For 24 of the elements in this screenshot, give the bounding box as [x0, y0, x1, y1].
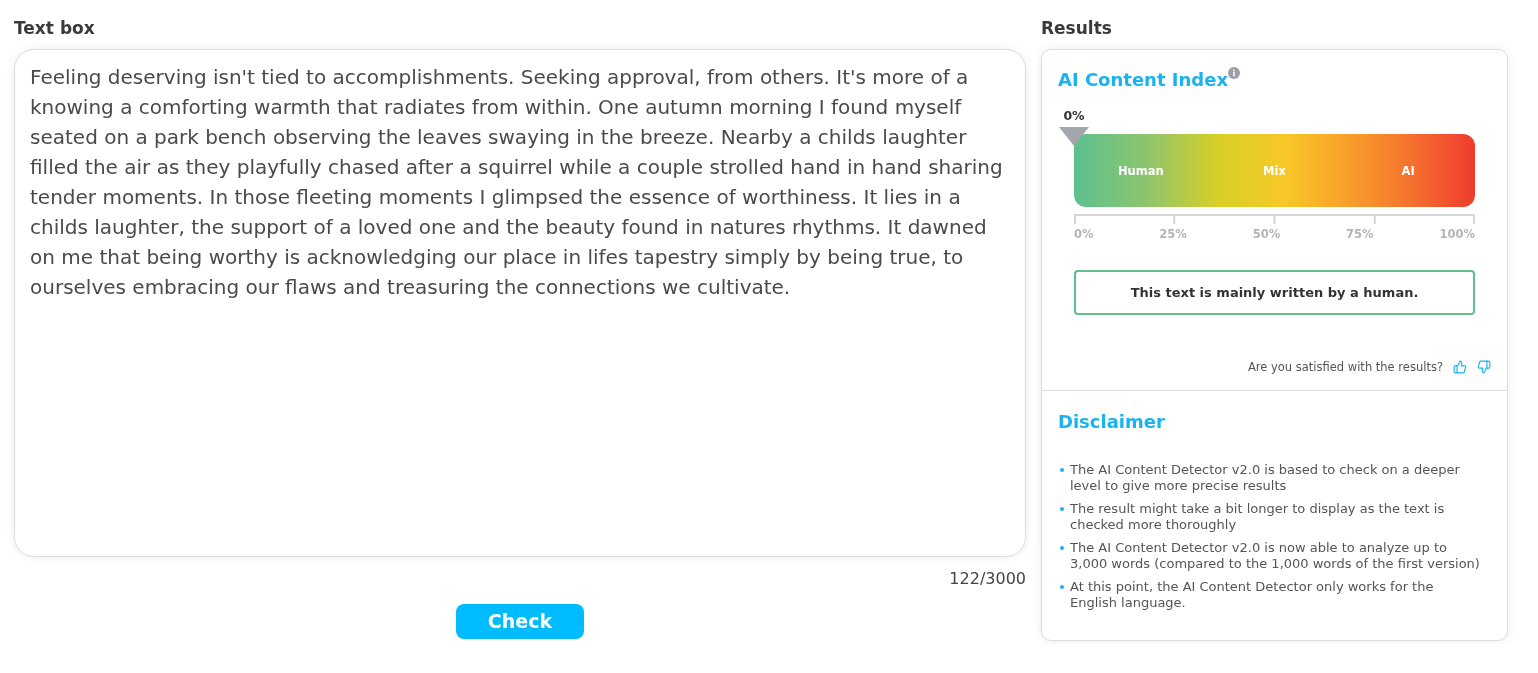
scale-tick-label: 0% [1074, 227, 1094, 241]
scale-tick-label: 25% [1159, 227, 1187, 241]
scale-tick-label: 75% [1346, 227, 1374, 241]
info-icon[interactable] [1228, 67, 1240, 79]
disclaimer-item: The AI Content Detector v2.0 is now able to analyze up to 3,000 words (compared to the 1,000 words of the first version) [1070, 540, 1481, 572]
scale-segment-label: AI [1401, 163, 1415, 178]
scale-segment-label: Mix [1263, 163, 1286, 178]
word-counter: 122/3000 [949, 569, 1026, 589]
scale-segment-label: Human [1117, 163, 1164, 178]
disclaimer-item: The AI Content Detector v2.0 is based to check on a deeper level to give more precise results [1070, 462, 1461, 494]
index-reading: 0% [1063, 109, 1085, 123]
index-title: AI Content Index [1058, 68, 1228, 92]
scale-tick-label: 100% [1439, 227, 1475, 241]
thumbs-down-icon[interactable] [1477, 360, 1491, 374]
disclaimer-item: At this point, the AI Content Detector only works for the English language. [1070, 579, 1435, 611]
disclaimer-item: The result might take a bit longer to display as the text is checked more thoroughly [1070, 501, 1446, 533]
feedback-question: Are you satisfied with the results? [1247, 359, 1443, 375]
thumbs-up-icon[interactable] [1453, 360, 1467, 374]
verdict-box: This text is mainly written by a human. [1074, 270, 1475, 315]
text-area-field[interactable]: Feeling deserving isn't tied to accomplishments. Seeking approval, from others. It's more of a knowing a comforting warmth that radiates from within. One autumn morning I found myself seated on a park bench observing the leaves swaying in the breeze. Nearby a childs laughter filled the air as they playfully chased after a squirrel while a couple strolled hand in hand sharing tender moments. In those fleeting moments I glimpsed the essence of worthiness. It lies in a childs laughter, the support of a loved one and the beauty found in natures rhythms. It dawned on me that being worthy is acknowledging our place in lifes tapestry simply by being true, to ourselves embracing our flaws and treasuring the connections we cultivate. [14, 49, 1026, 557]
disclaimer-title: Disclaimer [1058, 410, 1165, 434]
scale-tick-label: 50% [1252, 227, 1281, 241]
results-label: Results [1041, 17, 1112, 39]
text-box-label: Text box [14, 17, 95, 39]
